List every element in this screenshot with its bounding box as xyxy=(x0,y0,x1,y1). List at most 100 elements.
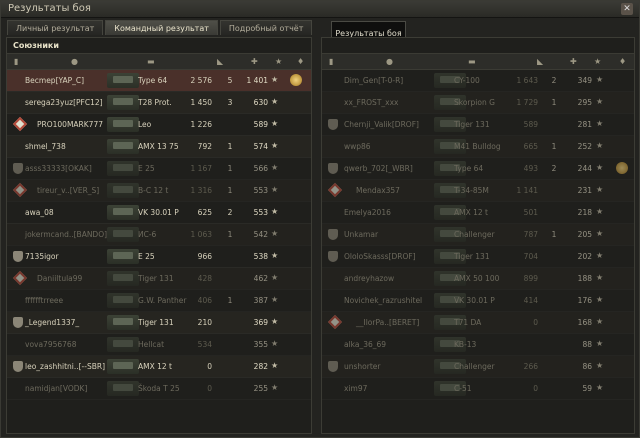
frags-column-icon[interactable]: ✚ xyxy=(570,57,577,66)
tank-image xyxy=(107,161,139,176)
tank-name: Challenger xyxy=(454,362,495,371)
xp-value: 355 xyxy=(253,340,268,349)
damage-value: 1 141 xyxy=(516,186,538,195)
table-row[interactable]: fffffftrreee G.W. Panther 406 1 387 ★ xyxy=(7,290,311,312)
player-name: wwp86 xyxy=(344,142,371,151)
medal-icon[interactable] xyxy=(616,162,628,174)
player-name: serega23yuz[PFC12] xyxy=(25,98,103,107)
star-icon: ★ xyxy=(596,119,604,128)
table-row[interactable]: awa_08 VK 30.01 P 625 2 553 ★ xyxy=(7,202,311,224)
table-row[interactable]: Novichek_razrushitel VK 30.01 P 414 176 ★ xyxy=(322,290,634,312)
tank-name: B-C 12 t xyxy=(138,186,169,195)
tank-name: AMX 50 100 xyxy=(454,274,500,283)
xp-value: 244 xyxy=(577,164,592,173)
table-row[interactable]: qwerb_702[_WBR] Type 64 493 2 244 ★ xyxy=(322,158,634,180)
enemies-list: Dim_Gen[T-0-R] CY-100 1 643 2 349 ★ xx_FROST_x… xyxy=(322,70,634,400)
tank-image xyxy=(107,249,139,264)
star-icon: ★ xyxy=(271,141,279,150)
table-row[interactable]: asss33333[OKAK] E 25 1 167 1 566 ★ xyxy=(7,158,311,180)
frags-column-icon[interactable]: ✚ xyxy=(251,57,258,66)
damage-column-icon[interactable]: ◣ xyxy=(537,57,543,66)
damage-value: 0 xyxy=(533,384,538,393)
tab-team-result[interactable]: Командный результат xyxy=(105,20,218,35)
star-icon: ★ xyxy=(596,163,604,172)
medals-column-icon[interactable]: ♦ xyxy=(297,57,304,66)
enemies-title xyxy=(322,38,634,53)
close-icon[interactable]: ✕ xyxy=(621,3,633,15)
damage-column-icon[interactable]: ◣ xyxy=(217,57,223,66)
tank-name: Challenger xyxy=(454,230,495,239)
player-name: OloloSkasss[DROF] xyxy=(344,252,416,261)
table-row[interactable]: Becmep[YAP_C] Type 64 2 576 5 1 401 ★ xyxy=(7,70,311,92)
xp-column-icon[interactable]: ★ xyxy=(275,57,282,66)
tab-detailed-report[interactable]: Подробный отчёт xyxy=(219,20,313,35)
table-row[interactable]: andreyhazow AMX 50 100 899 188 ★ xyxy=(322,268,634,290)
damage-value: 210 xyxy=(197,318,212,327)
table-row[interactable]: leo_zashhitni..[--SBR] AMX 12 t 0 282 ★ xyxy=(7,356,311,378)
table-row[interactable]: alka_36_69 KB-13 88 ★ xyxy=(322,334,634,356)
xp-column-icon[interactable]: ★ xyxy=(594,57,601,66)
tank-image xyxy=(107,337,139,352)
star-icon: ★ xyxy=(596,207,604,216)
allies-title: Союзники xyxy=(13,41,59,50)
medal-icon[interactable] xyxy=(290,74,302,86)
frags-value: 5 xyxy=(227,76,233,85)
star-icon: ★ xyxy=(271,251,279,260)
platoon-column-icon[interactable]: ▮ xyxy=(14,57,18,66)
platoon-column-icon[interactable]: ▮ xyxy=(329,57,333,66)
table-row[interactable]: Daniiltula99 Tiger 131 428 462 ★ xyxy=(7,268,311,290)
table-row[interactable]: xim97 C-51 0 59 ★ xyxy=(322,378,634,400)
table-row[interactable]: serega23yuz[PFC12] T28 Prot. 1 450 3 630 ★ xyxy=(7,92,311,114)
star-icon: ★ xyxy=(596,251,604,260)
table-row[interactable]: unshorter Challenger 266 86 ★ xyxy=(322,356,634,378)
table-row[interactable]: shmel_738 AMX 13 75 792 1 574 ★ xyxy=(7,136,311,158)
player-name: PRO100MARK777 xyxy=(37,120,103,129)
table-row[interactable]: Chernji_Valik[DROF] Tiger 131 589 281 ★ xyxy=(322,114,634,136)
tank-column-icon[interactable]: ▬ xyxy=(468,57,476,66)
table-row[interactable]: Mendax357 T-34-85M 1 141 231 ★ xyxy=(322,180,634,202)
table-row[interactable]: vova7956768 Hellcat 534 355 ★ xyxy=(7,334,311,356)
tank-image xyxy=(107,359,139,374)
table-row[interactable]: _Legend1337_ Tiger 131 210 369 ★ xyxy=(7,312,311,334)
table-row[interactable]: Dim_Gen[T-0-R] CY-100 1 643 2 349 ★ xyxy=(322,70,634,92)
medals-column-icon[interactable]: ♦ xyxy=(619,57,626,66)
table-row[interactable]: jokermcand..[BANDO] ИС-6 1 063 1 542 ★ xyxy=(7,224,311,246)
damage-value: 1 729 xyxy=(516,98,538,107)
table-row[interactable]: wwp86 M41 Bulldog 665 1 252 ★ xyxy=(322,136,634,158)
player-column-icon[interactable]: ● xyxy=(386,57,393,66)
table-row[interactable]: OloloSkasss[DROF] Tiger 131 704 202 ★ xyxy=(322,246,634,268)
tank-name: Type 64 xyxy=(454,164,484,173)
player-name: leo_zashhitni..[--SBR] xyxy=(25,362,105,371)
player-column-icon[interactable]: ● xyxy=(71,57,78,66)
xp-value: 295 xyxy=(577,98,592,107)
tab-personal-result[interactable]: Личный результат xyxy=(7,20,104,35)
table-row[interactable]: __IlorPa..[BERET] T71 DA 0 168 ★ xyxy=(322,312,634,334)
star-icon: ★ xyxy=(271,207,279,216)
table-row[interactable]: 7135igor E 25 966 538 ★ xyxy=(7,246,311,268)
frags-value: 1 xyxy=(227,164,233,173)
table-row[interactable]: tireur_v..[VER_S] B-C 12 t 1 316 1 553 ★ xyxy=(7,180,311,202)
tank-column-icon[interactable]: ▬ xyxy=(147,57,155,66)
table-row[interactable]: xx_FROST_xxx Skorpion G 1 729 1 295 ★ xyxy=(322,92,634,114)
frags-value: 2 xyxy=(551,76,557,85)
tank-name: T71 DA xyxy=(454,318,482,327)
tank-image xyxy=(107,73,139,88)
damage-value: 414 xyxy=(523,296,538,305)
player-name: vova7956768 xyxy=(25,340,77,349)
allies-header-row: ▮ ● ▬ ◣ ✚ ★ ♦ xyxy=(7,53,311,70)
xp-value: 589 xyxy=(253,120,268,129)
tank-name: Škoda T 25 xyxy=(138,384,180,393)
tank-name: Leo xyxy=(138,120,152,129)
tank-image xyxy=(107,271,139,286)
table-row[interactable]: namidjan[VODK] Škoda T 25 0 255 ★ xyxy=(7,378,311,400)
damage-value: 2 576 xyxy=(190,76,212,85)
player-name: unshorter xyxy=(344,362,381,371)
platoon-icon xyxy=(327,314,343,330)
xp-value: 553 xyxy=(253,186,268,195)
table-row[interactable]: PRO100MARK777 Leo 1 226 589 ★ xyxy=(7,114,311,136)
player-name: Chernji_Valik[DROF] xyxy=(344,120,419,129)
damage-value: 406 xyxy=(197,296,212,305)
table-row[interactable]: Emelya2016 AMX 12 t 501 218 ★ xyxy=(322,202,634,224)
damage-value: 0 xyxy=(533,318,538,327)
table-row[interactable]: Unkamar Challenger 787 1 205 ★ xyxy=(322,224,634,246)
